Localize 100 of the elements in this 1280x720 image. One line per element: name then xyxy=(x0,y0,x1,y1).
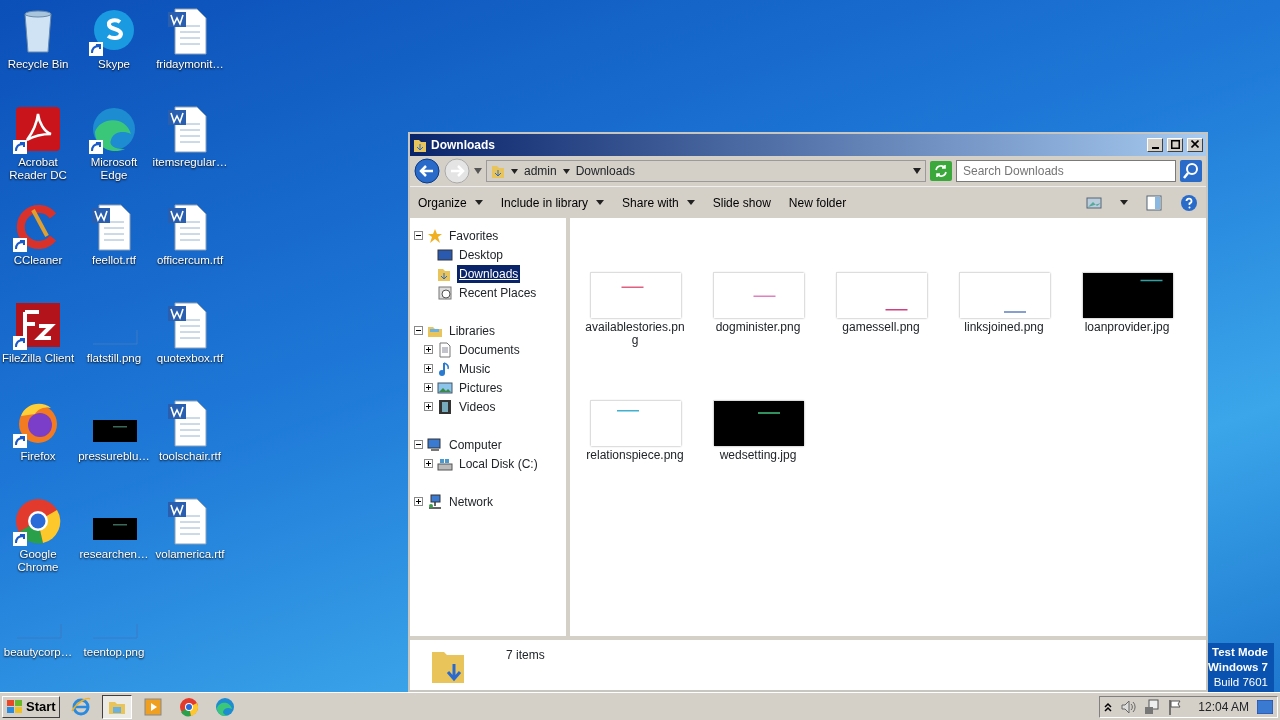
toolbar-button[interactable]: New folder xyxy=(788,193,847,212)
address-bar[interactable]: admin Downloads xyxy=(486,160,926,182)
desktop-icon-label[interactable]: pressureblu… xyxy=(78,450,150,463)
folder-icon xyxy=(491,163,505,179)
nav-item[interactable]: Libraries xyxy=(447,321,498,340)
chevron-icon[interactable] xyxy=(1104,701,1113,712)
back-button[interactable] xyxy=(414,158,440,184)
breadcrumb-item[interactable]: admin xyxy=(524,162,557,180)
pictures-icon xyxy=(437,379,453,396)
caret-icon xyxy=(686,200,695,205)
desktop-icon-label[interactable]: officercum.rtf xyxy=(156,254,224,267)
expand-toggle[interactable] xyxy=(424,345,433,354)
desktop-icon-label[interactable]: flatstill.png xyxy=(86,352,142,365)
desktop-icon-label[interactable]: Firefox xyxy=(20,450,56,463)
nav-item[interactable]: Favorites xyxy=(447,226,501,245)
expand-toggle[interactable] xyxy=(424,364,433,373)
pdf-app-icon[interactable] xyxy=(13,104,63,154)
toolbar-button[interactable]: Include in library xyxy=(500,193,605,212)
caret-icon[interactable] xyxy=(1120,200,1128,205)
flag-icon[interactable] xyxy=(1168,698,1183,715)
desktop-icon-label[interactable]: Skype xyxy=(98,58,130,71)
desktop-icon-label[interactable]: itemsregular… xyxy=(152,156,228,169)
document-icon xyxy=(437,341,453,358)
caret-icon xyxy=(474,200,483,205)
network-icon xyxy=(427,493,443,510)
file-name[interactable]: dogminister.png xyxy=(708,321,808,334)
refresh-button[interactable] xyxy=(930,161,952,181)
shortcut-arrow-icon xyxy=(89,140,103,154)
expand-toggle[interactable] xyxy=(414,497,423,506)
nav-item[interactable]: Downloads xyxy=(457,264,521,283)
collapse-toggle[interactable] xyxy=(414,440,423,449)
network-icon[interactable] xyxy=(1144,698,1161,715)
show-desktop-button[interactable] xyxy=(1257,699,1273,714)
desktop-icon-label[interactable]: Google Chrome xyxy=(0,548,76,574)
desktop-icon-label[interactable]: Acrobat Reader DC xyxy=(0,156,76,182)
minimize-icon xyxy=(1151,147,1159,149)
chrome-browser-icon[interactable] xyxy=(13,496,63,546)
caret-icon[interactable] xyxy=(913,168,921,174)
nav-item[interactable]: Network xyxy=(447,492,495,511)
desktop-icon-label[interactable]: Microsoft Edge xyxy=(76,156,152,182)
search-button[interactable] xyxy=(1180,160,1202,182)
start-button[interactable]: Start xyxy=(2,695,60,718)
nav-item[interactable]: Recent Places xyxy=(457,283,539,302)
nav-item[interactable]: Local Disk (C:) xyxy=(457,454,540,473)
toolbar-button[interactable]: Slide show xyxy=(712,193,771,212)
filezilla-app-icon[interactable] xyxy=(13,300,63,350)
desktop-icon-label[interactable]: fridaymonit… xyxy=(156,58,224,71)
toolbar-button[interactable]: Share with xyxy=(622,193,695,212)
caret-icon[interactable] xyxy=(511,168,518,174)
file-name[interactable]: availablestories.png xyxy=(585,321,685,347)
desktop-icon-label[interactable]: quotexbox.rtf xyxy=(156,352,224,365)
file-name[interactable]: wedsetting.jpg xyxy=(708,449,808,462)
maximize-icon xyxy=(1170,139,1180,149)
shortcut-arrow-icon xyxy=(13,336,27,350)
shortcut-arrow-icon xyxy=(89,42,103,56)
breadcrumb-item[interactable]: Downloads xyxy=(575,162,636,180)
nav-item[interactable]: Pictures xyxy=(457,378,505,397)
desktop-icon-label[interactable]: FileZilla Client xyxy=(1,352,75,365)
speaker-icon[interactable] xyxy=(1120,698,1137,715)
expand-toggle[interactable] xyxy=(424,459,433,468)
help-button[interactable] xyxy=(1180,193,1198,212)
desktop-icon-label[interactable]: toolschair.rtf xyxy=(159,450,221,463)
shortcut-arrow-icon xyxy=(13,238,27,252)
desktop-icon xyxy=(437,246,453,263)
desktop-icon-label[interactable]: Recycle Bin xyxy=(7,58,69,71)
collapse-toggle[interactable] xyxy=(414,231,423,240)
preview-pane-button[interactable] xyxy=(1146,194,1162,211)
file-name[interactable]: loanprovider.jpg xyxy=(1077,321,1177,334)
item-count: 7 items xyxy=(506,647,545,664)
desktop-icon-label[interactable]: volamerica.rtf xyxy=(155,548,225,561)
toolbar-button[interactable]: Organize xyxy=(418,193,483,212)
shortcut-arrow-icon xyxy=(13,532,27,546)
nav-item[interactable]: Documents xyxy=(457,340,522,359)
desktop-icon-label[interactable]: CCleaner xyxy=(13,254,63,267)
desktop-icon-label[interactable]: researchen… xyxy=(79,548,149,561)
close-button[interactable] xyxy=(1187,138,1203,152)
file-name[interactable]: linksjoined.png xyxy=(954,321,1054,334)
minimize-button[interactable] xyxy=(1147,138,1163,152)
nav-item[interactable]: Computer xyxy=(447,435,504,454)
star-icon xyxy=(427,227,443,244)
file-name[interactable]: relationspiece.png xyxy=(585,449,685,462)
maximize-button[interactable] xyxy=(1167,138,1183,152)
nav-item[interactable]: Music xyxy=(457,359,493,378)
expand-toggle[interactable] xyxy=(424,383,433,392)
nav-item[interactable]: Desktop xyxy=(457,245,506,264)
nav-item[interactable]: Videos xyxy=(457,397,498,416)
expand-toggle[interactable] xyxy=(424,402,433,411)
close-icon xyxy=(1191,140,1199,148)
caret-icon xyxy=(596,200,605,205)
desktop-icon-label[interactable]: feellot.rtf xyxy=(91,254,137,267)
search-field[interactable]: Search Downloads xyxy=(956,160,1176,182)
caret-icon[interactable] xyxy=(562,168,570,174)
videos-icon xyxy=(437,398,453,415)
collapse-toggle[interactable] xyxy=(414,326,423,335)
file-name[interactable]: gamessell.png xyxy=(831,321,931,334)
caret-icon[interactable] xyxy=(474,168,482,174)
windows-logo-icon xyxy=(6,698,24,715)
folder-icon[interactable] xyxy=(101,694,132,719)
window-title: Downloads xyxy=(431,137,495,154)
folder-icon xyxy=(413,137,427,153)
